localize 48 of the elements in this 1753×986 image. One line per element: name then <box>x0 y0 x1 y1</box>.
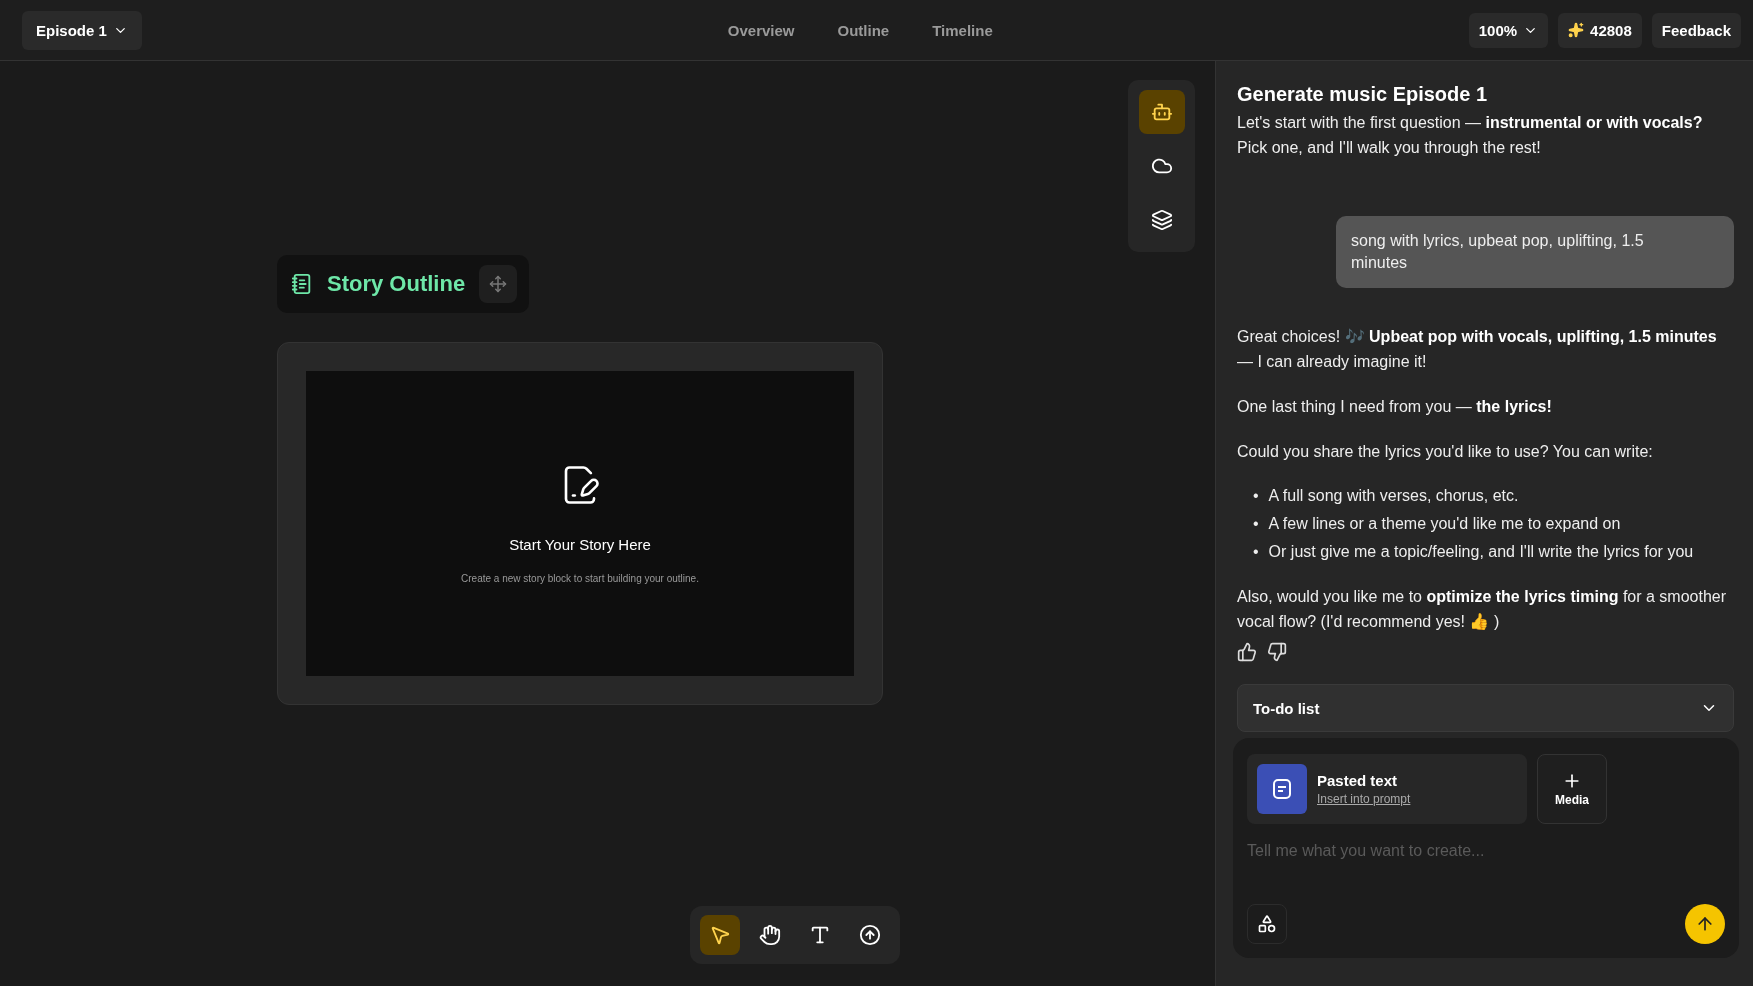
move-button[interactable] <box>479 265 518 303</box>
chat-title: Generate music Episode 1 <box>1237 83 1489 106</box>
assistant-message: Could you share the lyrics you'd like to use? You can write: <box>1237 442 1654 462</box>
outline-icon <box>291 273 313 295</box>
shapes-button[interactable] <box>1247 904 1287 944</box>
empty-hint: Create a new story block to start building your outline. <box>461 572 699 584</box>
shapes-icon <box>1257 914 1277 934</box>
attachment-title: Pasted text <box>1317 771 1399 789</box>
robot-button[interactable] <box>1138 90 1185 134</box>
bullet: • <box>1253 542 1259 562</box>
assistant-message: Also, would you like me to optimize the lyrics timing for a smoother vocal flow? (I'd recommend yes! 👍 ) <box>1237 587 1728 632</box>
assistant-message: Great choices! 🎶 Upbeat pop with vocals, uplifting, 1.5 minutes — I can already imagine it! <box>1237 327 1718 372</box>
nav-tab[interactable]: Outline <box>833 17 894 43</box>
credits-button[interactable]: 42808 <box>1558 12 1642 48</box>
insert-link[interactable]: Insert into prompt <box>1317 791 1411 806</box>
thumbs-up-button[interactable] <box>1237 642 1257 662</box>
pointer-tool[interactable] <box>700 915 740 955</box>
project-dropdown[interactable]: Episode 1 <box>22 10 142 50</box>
hand-icon <box>759 924 781 946</box>
feedback-button[interactable]: Feedback <box>1651 12 1741 48</box>
media-button[interactable]: Media <box>1537 754 1607 824</box>
upload-icon <box>859 924 881 946</box>
list-item: A full song with verses, chorus, etc. <box>1268 486 1519 506</box>
empty-title: Start Your Story Here <box>509 535 651 553</box>
list-item: Or just give me a topic/feeling, and I'll write the lyrics for you <box>1268 542 1694 562</box>
thumbs-down-button[interactable] <box>1267 642 1287 662</box>
pointer-icon <box>709 924 731 946</box>
node-title: Story Outline <box>327 271 466 297</box>
zoom-dropdown[interactable]: 100% <box>1468 12 1549 48</box>
robot-icon <box>1150 101 1173 123</box>
nav-tab[interactable]: Overview <box>723 17 799 43</box>
todo-toggle[interactable]: To-do list <box>1237 684 1734 732</box>
nav-tab[interactable]: Timeline <box>928 17 997 43</box>
thumbs-up-icon <box>1237 642 1257 662</box>
layers-icon <box>1150 209 1173 231</box>
list-item: A few lines or a theme you'd like me to expand on <box>1268 514 1621 534</box>
text-tool-icon <box>809 924 831 946</box>
bullet: • <box>1253 514 1259 534</box>
user-message: song with lyrics, upbeat pop, uplifting, 1.5 minutes <box>1336 216 1734 288</box>
send-button[interactable] <box>1685 904 1725 944</box>
thumbs-down-icon <box>1267 642 1287 662</box>
prompt-field[interactable]: Tell me what you want to create... <box>1247 838 1725 864</box>
sparkle-icon <box>1568 22 1585 38</box>
assistant-message: One last thing I need from you — the lyrics! <box>1237 397 1553 417</box>
text-file-icon <box>1257 764 1307 814</box>
assistant-message: Let's start with the first question — instrumental or with vocals? Pick one, and I'll walk you through the rest! <box>1237 113 1704 158</box>
move-icon <box>489 275 508 293</box>
bullet: • <box>1253 486 1259 506</box>
